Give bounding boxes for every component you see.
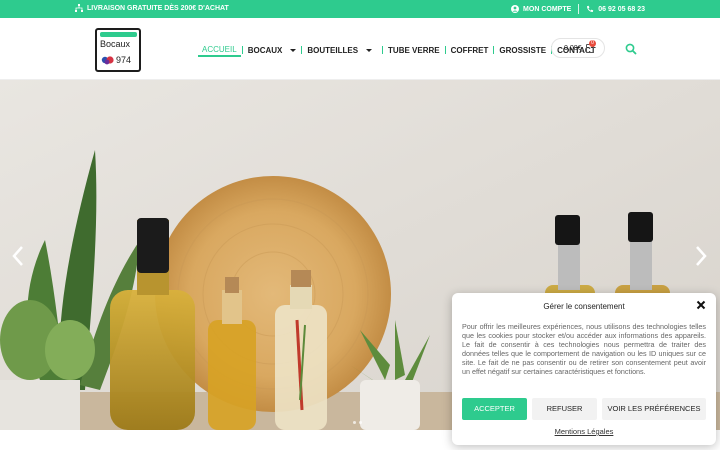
user-icon: [511, 5, 520, 13]
preferences-button[interactable]: VOIR LES PRÉFÉRENCES: [602, 398, 706, 420]
refuse-button[interactable]: REFUSER: [532, 398, 597, 420]
site-header: Bocaux 974 ACCUEIL BOCAUX BOUTEILLES TUB…: [0, 18, 720, 80]
consent-body-text: Pour offrir les meilleures expériences, …: [462, 322, 706, 376]
nav-item-bouteilles[interactable]: BOUTEILLES: [303, 43, 376, 57]
close-icon[interactable]: [696, 300, 706, 310]
chevron-down-icon: [290, 48, 297, 52]
cookie-consent-dialog: Gérer le consentement Pour offrir les me…: [452, 293, 716, 445]
logo-lid: [100, 32, 137, 37]
phone-icon: [587, 5, 594, 12]
cart-count-badge: 0: [589, 40, 596, 47]
nav-item-coffret[interactable]: COFFRET: [447, 43, 493, 57]
cart-button[interactable]: 0,00€ 0: [551, 38, 605, 58]
phone-link[interactable]: 06 92 05 68 23: [598, 6, 645, 13]
slider-dots: [353, 421, 362, 424]
sitemap-icon: [75, 4, 83, 12]
main-nav: ACCUEIL BOCAUX BOUTEILLES TUBE VERRE COF…: [198, 43, 600, 57]
nav-item-tube-verre[interactable]: TUBE VERRE: [384, 43, 444, 57]
legal-notice-link[interactable]: Mentions Légales: [452, 427, 716, 436]
logo-text-line2: 974: [116, 55, 132, 65]
free-shipping-text: LIVRAISON GRATUITE DÈS 200€ D'ACHAT: [87, 4, 229, 12]
slider-prev-arrow-icon[interactable]: [11, 245, 25, 267]
nav-item-bocaux[interactable]: BOCAUX: [244, 43, 301, 57]
nav-item-bocaux-label: BOCAUX: [247, 45, 283, 55]
logo-text-line1: Bocaux: [100, 39, 131, 49]
cart-amount: 0,00€: [564, 45, 582, 52]
berries-icon: [101, 56, 114, 65]
nav-item-bouteilles-label: BOUTEILLES: [307, 45, 359, 55]
site-logo[interactable]: Bocaux 974: [95, 28, 141, 72]
accept-button[interactable]: ACCEPTER: [462, 398, 527, 420]
search-icon[interactable]: [624, 42, 638, 56]
nav-item-accueil[interactable]: ACCUEIL: [198, 43, 241, 57]
top-bar: LIVRAISON GRATUITE DÈS 200€ D'ACHAT MON …: [0, 0, 720, 18]
chevron-down-icon: [366, 48, 373, 52]
slider-dot[interactable]: [353, 421, 356, 424]
consent-title: Gérer le consentement: [543, 302, 625, 311]
slider-next-arrow-icon[interactable]: [694, 245, 708, 267]
nav-item-grossiste[interactable]: GROSSISTE: [495, 43, 550, 57]
my-account-link[interactable]: MON COMPTE: [523, 6, 571, 13]
slider-dot[interactable]: [359, 421, 362, 424]
